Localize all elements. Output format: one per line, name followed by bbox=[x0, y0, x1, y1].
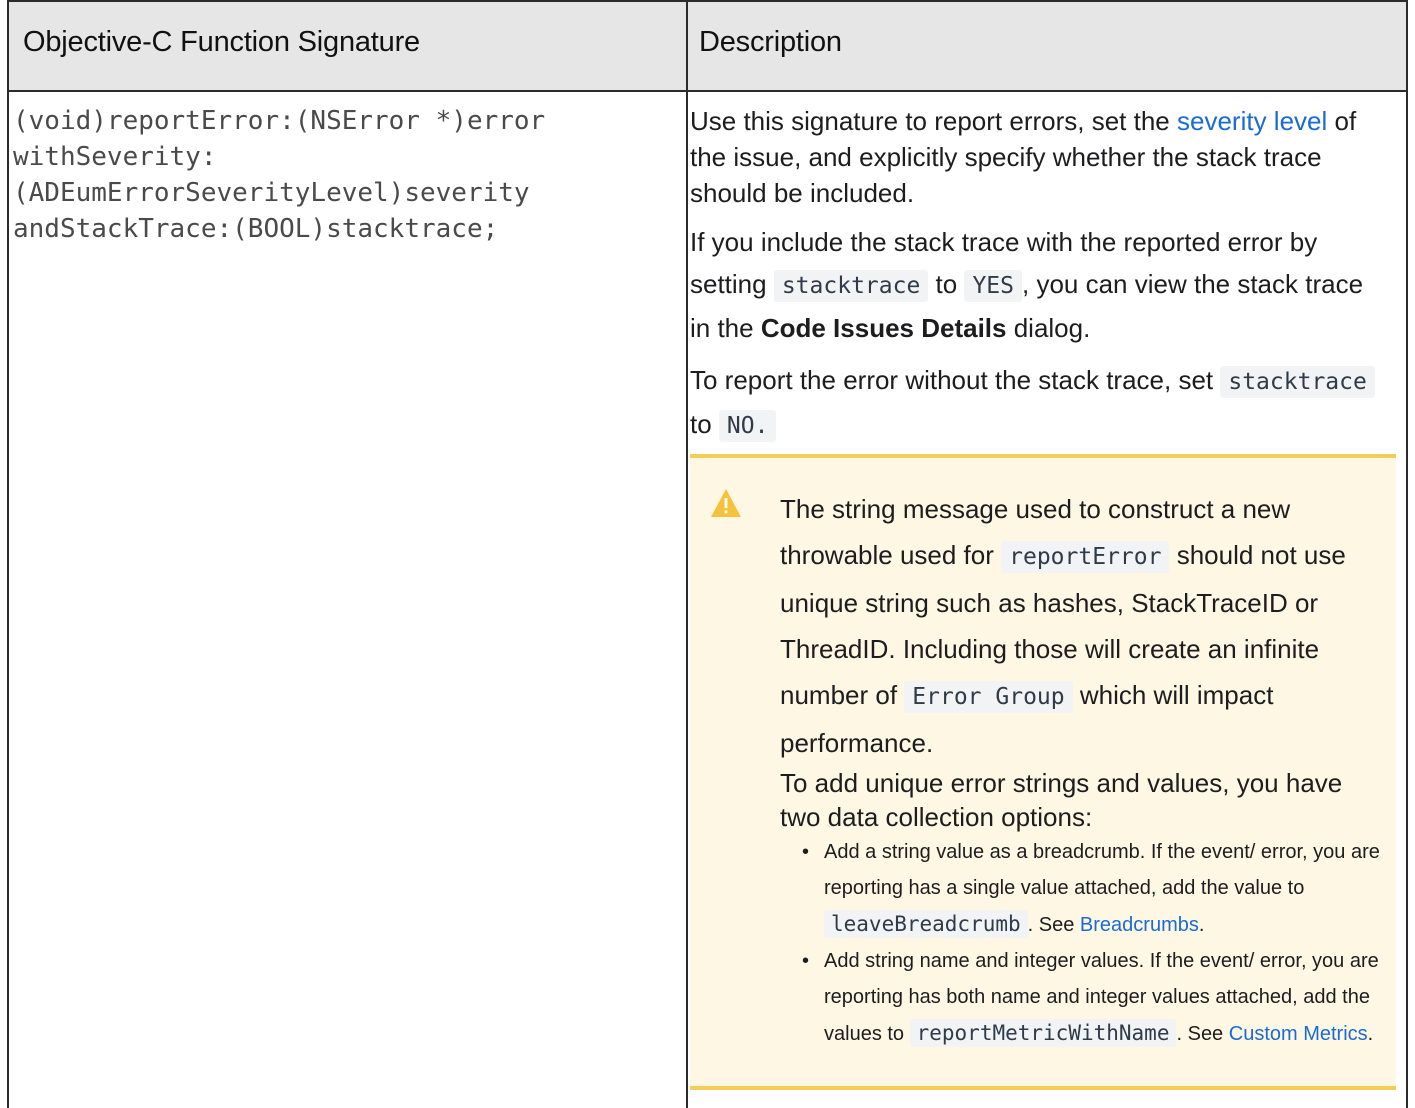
list-item: Add a string value as a breadcrumb. If t… bbox=[802, 834, 1380, 943]
signature-line: withSeverity: bbox=[13, 142, 217, 172]
options-intro: To add unique error strings and values, … bbox=[780, 768, 1343, 832]
description-paragraph-3: To report the error without the stack tr… bbox=[690, 359, 1390, 447]
text: to bbox=[928, 269, 965, 299]
inline-code: reportMetricWithName bbox=[909, 1019, 1177, 1047]
text: Use this signature to report errors, set… bbox=[690, 106, 1177, 136]
breadcrumbs-link[interactable]: Breadcrumbs bbox=[1080, 914, 1199, 936]
description-paragraph-1: Use this signature to report errors, set… bbox=[690, 103, 1390, 211]
signature-line: (void)reportError:(NSError *)error bbox=[13, 106, 546, 136]
options-list: Add a string value as a breadcrumb. If t… bbox=[780, 834, 1380, 1052]
header-description: Description bbox=[699, 26, 842, 58]
code-issues-details-label: Code Issues Details bbox=[760, 313, 1007, 343]
text: dialog. bbox=[1006, 313, 1091, 343]
severity-level-link[interactable]: severity level bbox=[1177, 106, 1327, 136]
signature-line: andStackTrace:(BOOL)stacktrace; bbox=[13, 214, 499, 244]
inline-code: reportError bbox=[1001, 541, 1170, 573]
text: . See bbox=[1027, 914, 1080, 936]
function-signature: (void)reportError:(NSError *)error withS… bbox=[13, 103, 663, 247]
warning-paragraph: The string message used to construct a n… bbox=[780, 486, 1380, 766]
warning-callout: The string message used to construct a n… bbox=[690, 454, 1396, 1090]
text: To report the error without the stack tr… bbox=[690, 365, 1221, 395]
description-cell: Use this signature to report errors, set… bbox=[690, 103, 1390, 457]
inline-code: stacktrace bbox=[1220, 366, 1375, 398]
text: . bbox=[1198, 914, 1205, 936]
inline-code: NO. bbox=[718, 410, 777, 442]
description-paragraph-2: If you include the stack trace with the … bbox=[690, 221, 1390, 349]
inline-code: YES bbox=[964, 270, 1022, 302]
text: Add a string value as a breadcrumb. If t… bbox=[824, 841, 1380, 899]
text: . bbox=[1367, 1023, 1374, 1045]
column-divider bbox=[686, 0, 688, 1108]
warning-icon bbox=[711, 489, 741, 517]
inline-code: Error Group bbox=[904, 681, 1073, 713]
text: to bbox=[690, 409, 719, 439]
custom-metrics-link[interactable]: Custom Metrics bbox=[1229, 1023, 1368, 1045]
inline-code: leaveBreadcrumb bbox=[824, 910, 1028, 938]
header-signature: Objective-C Function Signature bbox=[23, 26, 420, 58]
signature-line: (ADEumErrorSeverityLevel)severity bbox=[13, 178, 530, 208]
list-item: Add string name and integer values. If t… bbox=[802, 943, 1380, 1052]
inline-code: stacktrace bbox=[773, 270, 929, 302]
table-header-row: Objective-C Function Signature Descripti… bbox=[9, 0, 1406, 92]
warning-text: The string message used to construct a n… bbox=[780, 486, 1380, 1052]
text: . See bbox=[1176, 1023, 1229, 1045]
